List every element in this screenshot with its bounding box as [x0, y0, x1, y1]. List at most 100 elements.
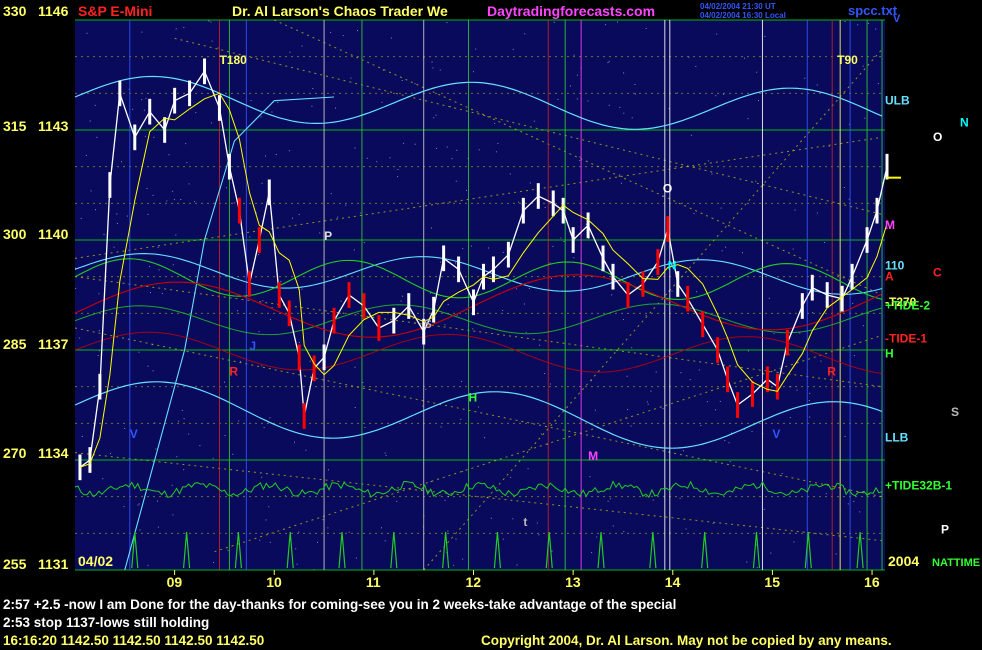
texture-dot — [585, 223, 587, 225]
texture-dot — [288, 150, 290, 152]
texture-dot — [844, 435, 846, 437]
texture-dot — [345, 204, 347, 206]
texture-dot — [103, 233, 105, 235]
texture-dot — [79, 337, 81, 339]
x-tick-label: 10 — [266, 574, 282, 590]
texture-dot — [173, 199, 175, 201]
texture-dot — [763, 508, 765, 510]
y-price-1137: 1137 — [38, 336, 69, 352]
texture-dot — [175, 28, 177, 30]
texture-dot — [573, 257, 575, 259]
texture-dot — [322, 519, 324, 521]
texture-dot — [758, 100, 759, 102]
texture-dot — [90, 190, 92, 192]
texture-dot — [431, 227, 432, 229]
texture-dot — [271, 111, 273, 113]
texture-dot — [123, 506, 125, 508]
texture-dot — [478, 149, 480, 151]
texture-dot — [852, 302, 854, 304]
texture-dot — [671, 290, 673, 292]
texture-dot — [587, 100, 589, 102]
texture-dot — [538, 534, 540, 536]
texture-dot — [269, 541, 271, 543]
texture-dot — [502, 538, 504, 540]
texture-dot — [764, 35, 766, 37]
texture-dot — [138, 351, 140, 353]
texture-dot — [843, 187, 845, 188]
texture-dot — [683, 450, 684, 452]
texture-dot — [859, 511, 861, 513]
texture-dot — [552, 246, 554, 247]
texture-dot — [328, 469, 329, 471]
texture-dot — [455, 538, 457, 540]
note-line-2: 2:53 stop 1137-lows still holding — [3, 615, 209, 630]
texture-dot — [141, 99, 143, 101]
texture-dot — [147, 564, 149, 566]
texture-dot — [422, 405, 424, 407]
texture-dot — [258, 331, 260, 333]
copyright: Copyright 2004, Dr. Al Larson. May not b… — [481, 633, 892, 648]
texture-dot — [680, 372, 682, 374]
texture-dot — [748, 350, 749, 352]
texture-dot — [233, 202, 235, 204]
texture-dot — [512, 518, 514, 520]
far-right-label: O — [933, 130, 942, 144]
texture-dot — [354, 366, 356, 368]
texture-dot — [650, 390, 652, 392]
texture-dot — [447, 304, 449, 306]
texture-dot — [742, 252, 743, 254]
x-tick-label: 11 — [366, 574, 381, 590]
texture-dot — [808, 400, 810, 401]
texture-dot — [524, 33, 526, 35]
annotation-label: V — [772, 427, 780, 441]
texture-dot — [385, 454, 387, 456]
far-right-label: C — [933, 266, 942, 280]
texture-dot — [432, 67, 434, 69]
annotation-label: R — [827, 365, 836, 379]
header-stamp-local: 04/02/2004 16:30 Local — [700, 11, 786, 20]
texture-dot — [183, 27, 185, 28]
texture-dot — [848, 198, 850, 200]
texture-dot — [579, 160, 581, 161]
texture-dot — [152, 370, 154, 372]
texture-dot — [868, 22, 869, 24]
texture-dot — [89, 120, 91, 122]
texture-dot — [311, 105, 313, 107]
texture-dot — [494, 122, 496, 124]
annotation-label: S — [424, 317, 432, 331]
texture-dot — [188, 433, 190, 435]
texture-dot — [510, 476, 512, 478]
texture-dot — [461, 380, 463, 382]
texture-dot — [693, 213, 695, 214]
texture-dot — [539, 344, 540, 346]
texture-dot — [97, 355, 99, 356]
texture-dot — [456, 149, 458, 151]
texture-dot — [298, 214, 300, 215]
texture-dot — [364, 427, 366, 428]
texture-dot — [605, 24, 607, 26]
texture-dot — [121, 161, 122, 163]
texture-dot — [312, 88, 314, 89]
texture-dot — [679, 497, 681, 499]
texture-dot — [384, 540, 386, 542]
texture-dot — [96, 136, 98, 138]
texture-dot — [553, 21, 555, 23]
texture-dot — [275, 154, 277, 155]
texture-dot — [210, 122, 212, 124]
texture-dot — [470, 245, 472, 247]
texture-dot — [793, 541, 795, 543]
annotation-label: N — [668, 258, 677, 272]
texture-dot — [516, 564, 518, 566]
texture-dot — [401, 80, 403, 81]
texture-dot — [194, 201, 196, 202]
texture-dot — [473, 71, 474, 73]
y-index-285: 285 — [3, 336, 27, 352]
texture-dot — [289, 51, 291, 53]
texture-dot — [171, 484, 173, 486]
texture-dot — [414, 143, 416, 145]
texture-dot — [608, 104, 610, 106]
texture-dot — [212, 457, 214, 459]
texture-dot — [412, 318, 414, 319]
texture-dot — [746, 561, 748, 563]
note-line-1: 2:57 +2.5 -now I am Done for the day-tha… — [3, 597, 676, 612]
